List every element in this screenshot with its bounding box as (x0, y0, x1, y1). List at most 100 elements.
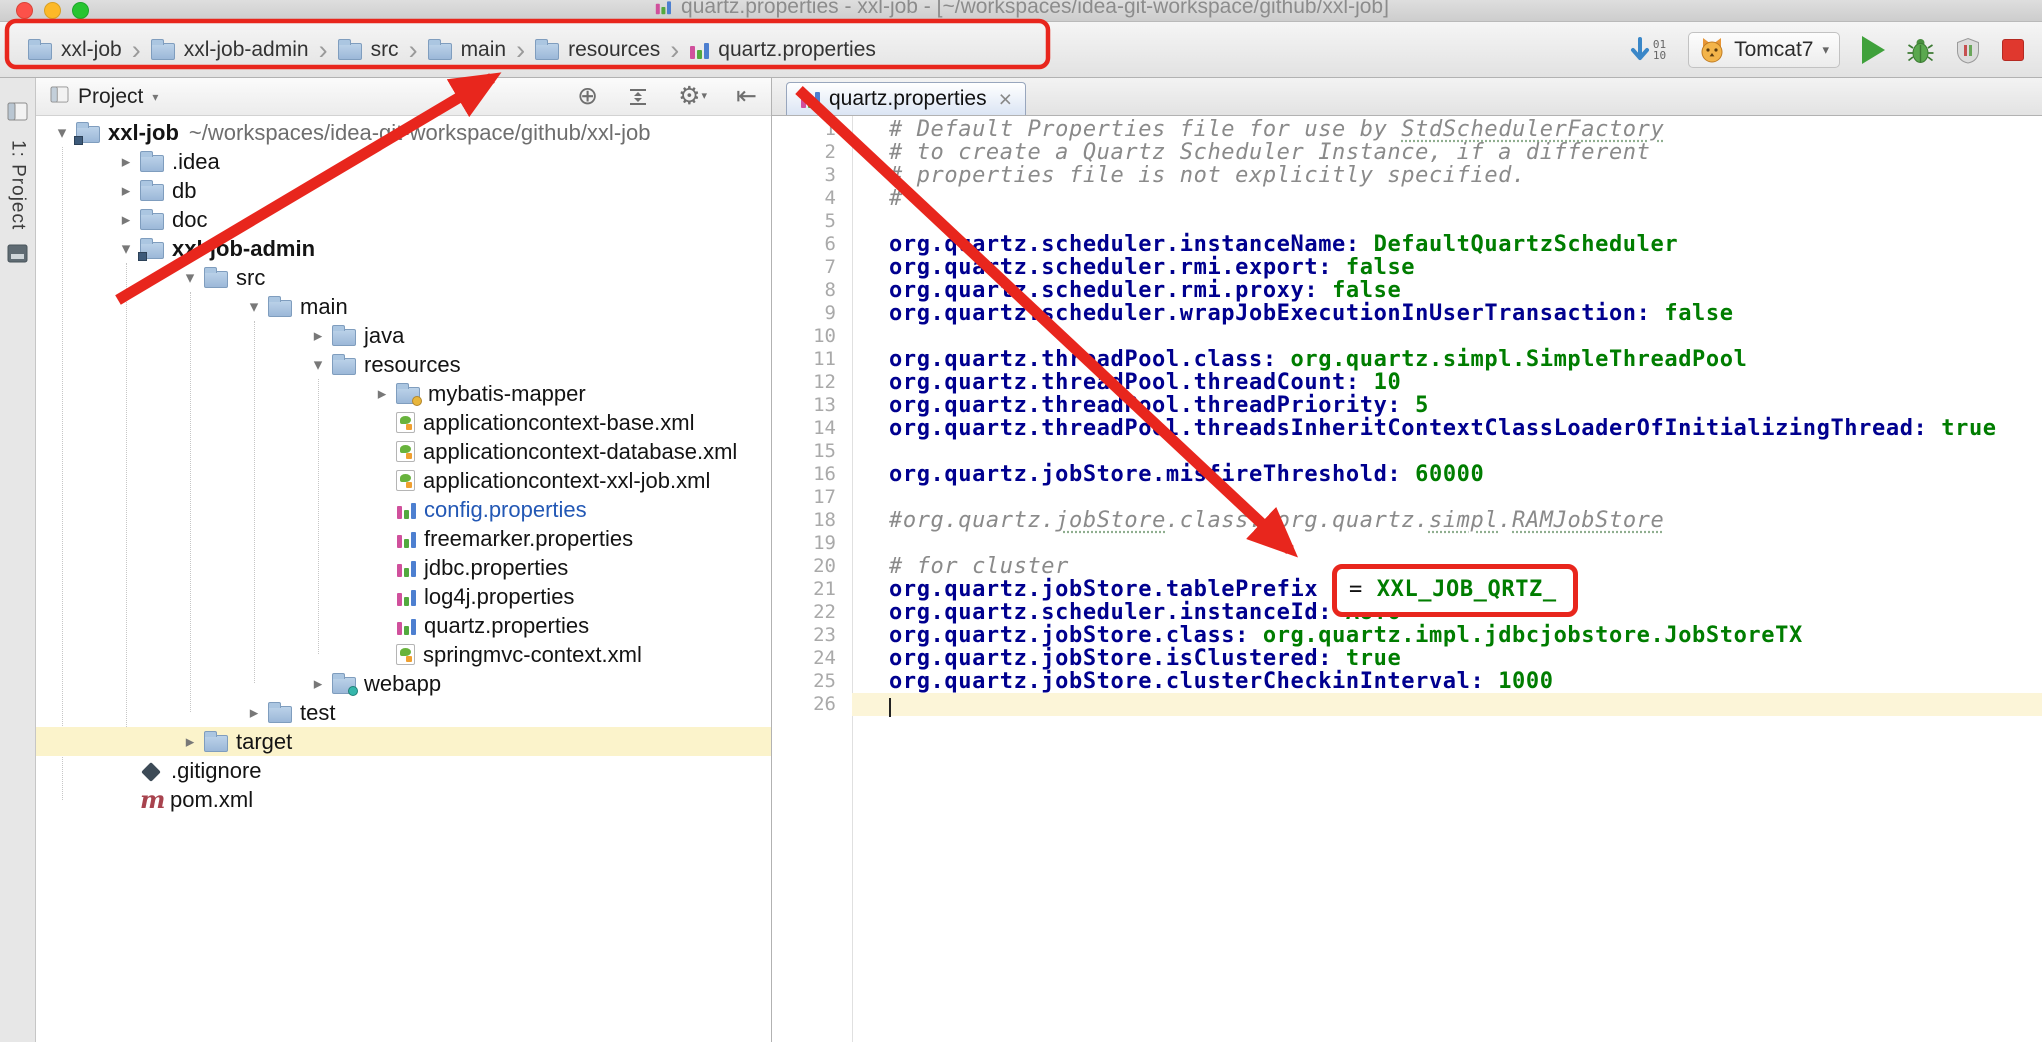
collapse-all-icon[interactable] (627, 86, 649, 108)
breadcrumb-item-xxl-job-admin[interactable]: xxl-job-admin (151, 38, 309, 62)
tree-item-quartz.properties[interactable]: quartz.properties (36, 611, 771, 640)
breadcrumb-item-xxl-job[interactable]: xxl-job (28, 38, 122, 62)
tree-item-pom.xml[interactable]: mpom.xml (36, 785, 771, 814)
tree-item-.idea[interactable]: ▸.idea (36, 147, 771, 176)
chevron-down-icon: ▾ (1822, 42, 1829, 58)
tree-item-xxl-job-admin[interactable]: ▾xxl-job-admin (36, 234, 771, 263)
folder-icon (140, 242, 164, 259)
titlebar: quartz.properties - xxl-job - [~/workspa… (0, 0, 2042, 22)
tree-item-path-suffix: ~/workspaces/idea-git-workspace/github/x… (189, 120, 651, 146)
code-text: # Default Properties file for use by Std… (852, 118, 2042, 141)
tree-item-applicationcontext-base.xml[interactable]: applicationcontext-base.xml (36, 408, 771, 437)
tomcat-icon (1699, 37, 1725, 63)
breadcrumb-separator: › (670, 40, 679, 60)
line-number: 8 (772, 279, 852, 302)
locate-icon[interactable]: ⊕ (577, 84, 598, 109)
code-text (852, 693, 2042, 716)
breadcrumb-item-src[interactable]: src (338, 38, 399, 62)
code-text: # (852, 187, 2042, 210)
code-line-8: 8org.quartz.scheduler.rmi.proxy: false (772, 279, 2042, 302)
tree-item-freemarker.properties[interactable]: freemarker.properties (36, 524, 771, 553)
tree-item-applicationcontext-database.xml[interactable]: applicationcontext-database.xml (36, 437, 771, 466)
line-number: 9 (772, 302, 852, 325)
line-number: 22 (772, 601, 852, 624)
tab-quartz-properties[interactable]: quartz.properties × (786, 82, 1026, 115)
update-project-widget[interactable]: 01 10 (1630, 37, 1666, 64)
code-line-17: 17 (772, 486, 2042, 509)
tree-item-mybatis-mapper[interactable]: ▸ mybatis-mapper (36, 379, 771, 408)
tree-item-src[interactable]: ▾src (36, 263, 771, 292)
code-line-16: 16org.quartz.jobStore.misfireThreshold: … (772, 463, 2042, 486)
minimize-window-button[interactable] (44, 2, 61, 19)
tool-window-button-icon[interactable] (7, 244, 28, 268)
folder-icon (28, 43, 52, 60)
expand-arrow-icon[interactable]: ▸ (112, 210, 140, 230)
folder-icon (76, 126, 100, 143)
line-number: 11 (772, 348, 852, 371)
tool-window-stripe: 1: Project (0, 78, 36, 1042)
collapse-arrow-icon[interactable]: ▾ (304, 355, 332, 375)
tree-item-label: mybatis-mapper (428, 381, 586, 407)
expand-arrow-icon[interactable]: ▸ (176, 732, 204, 752)
tree-item-doc[interactable]: ▸doc (36, 205, 771, 234)
line-number: 14 (772, 417, 852, 440)
properties-file-icon (396, 529, 416, 549)
zoom-window-button[interactable] (72, 2, 89, 19)
tree-item-main[interactable]: ▾main (36, 292, 771, 321)
tree-item-applicationcontext-xxl-job.xml[interactable]: applicationcontext-xxl-job.xml (36, 466, 771, 495)
tree-item-xxl-job[interactable]: ▾xxl-job~/workspaces/idea-git-workspace/… (36, 118, 771, 147)
coverage-button[interactable] (1956, 37, 1980, 64)
tree-item-.gitignore[interactable]: .gitignore (36, 756, 771, 785)
project-view-icon (50, 85, 69, 109)
tree-item-resources[interactable]: ▾resources (36, 350, 771, 379)
stop-button[interactable] (2002, 39, 2024, 61)
run-configuration-selector[interactable]: Tomcat7 ▾ (1688, 32, 1840, 68)
code-text: org.quartz.threadPool.class: org.quartz.… (852, 348, 2042, 371)
collapse-arrow-icon[interactable]: ▾ (48, 123, 76, 143)
collapse-arrow-icon[interactable]: ▾ (112, 239, 140, 259)
expand-arrow-icon[interactable]: ▸ (368, 384, 396, 404)
collapse-arrow-icon[interactable]: ▾ (240, 297, 268, 317)
tree-item-webapp[interactable]: ▸webapp (36, 669, 771, 698)
code-text: # to create a Quartz Scheduler Instance,… (852, 141, 2042, 164)
tree-item-springmvc-context.xml[interactable]: springmvc-context.xml (36, 640, 771, 669)
collapse-arrow-icon[interactable]: ▾ (176, 268, 204, 288)
expand-arrow-icon[interactable]: ▸ (304, 674, 332, 694)
breadcrumb-label: resources (568, 38, 660, 62)
expand-arrow-icon[interactable]: ▸ (112, 181, 140, 201)
stripe-project-button[interactable]: 1: Project (7, 140, 29, 230)
project-tool-window-icon[interactable] (7, 102, 28, 126)
code-line-18: 18#org.quartz.jobStore.class: org.quartz… (772, 509, 2042, 532)
breadcrumb-item-main[interactable]: main (428, 38, 507, 62)
vcs-badge-bottom: 10 (1653, 50, 1666, 61)
folder-icon (332, 677, 356, 694)
tree-item-db[interactable]: ▸db (36, 176, 771, 205)
run-button[interactable] (1862, 36, 1885, 64)
settings-gear-icon[interactable]: ⚙▾ (678, 84, 707, 109)
close-tab-icon[interactable]: × (999, 86, 1012, 113)
breadcrumb-item-quartz.properties[interactable]: quartz.properties (689, 38, 876, 62)
tree-item-label: applicationcontext-base.xml (423, 410, 694, 436)
hide-panel-icon[interactable]: ⇤ (736, 84, 757, 109)
editor-code[interactable]: 1# Default Properties file for use by St… (772, 116, 2042, 1042)
tree-item-log4j.properties[interactable]: log4j.properties (36, 582, 771, 611)
tree-item-target[interactable]: ▸target (36, 727, 771, 756)
chevron-down-icon[interactable]: ▾ (152, 90, 158, 104)
coverage-shield-icon (1956, 37, 1980, 64)
line-number: 19 (772, 532, 852, 555)
project-panel: Project ▾ ⊕ ⚙▾ ⇤ ▾xxl-job~/workspaces/id… (36, 78, 772, 1042)
tree-item-java[interactable]: ▸java (36, 321, 771, 350)
breadcrumb-item-resources[interactable]: resources (535, 38, 660, 62)
tree-item-jdbc.properties[interactable]: jdbc.properties (36, 553, 771, 582)
tree-item-label: applicationcontext-xxl-job.xml (423, 468, 710, 494)
code-text: org.quartz.scheduler.wrapJobExecutionInU… (852, 302, 2042, 325)
expand-arrow-icon[interactable]: ▸ (112, 152, 140, 172)
expand-arrow-icon[interactable]: ▸ (240, 703, 268, 723)
close-window-button[interactable] (16, 2, 33, 19)
line-number: 21 (772, 578, 852, 601)
debug-button[interactable] (1907, 36, 1934, 64)
tree-item-test[interactable]: ▸test (36, 698, 771, 727)
tree-item-config.properties[interactable]: config.properties (36, 495, 771, 524)
bug-icon (1907, 36, 1934, 64)
expand-arrow-icon[interactable]: ▸ (304, 326, 332, 346)
